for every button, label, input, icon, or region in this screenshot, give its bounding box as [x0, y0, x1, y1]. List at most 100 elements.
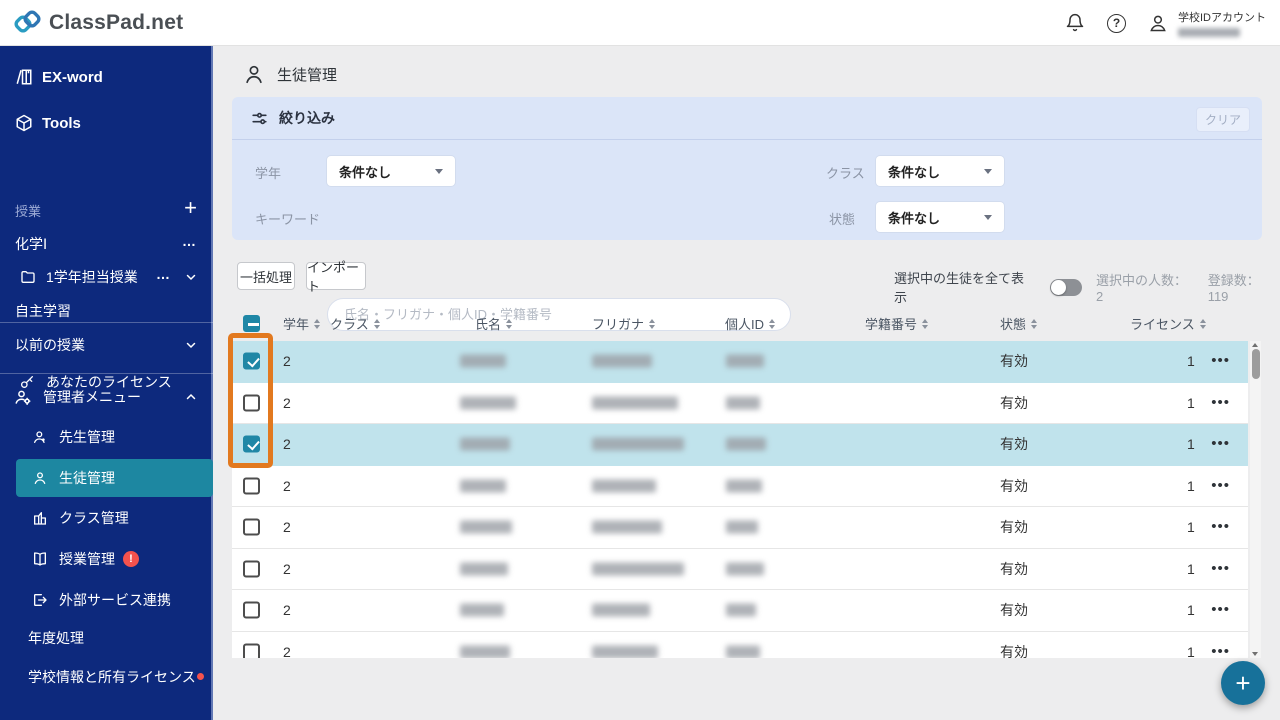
sidebar-item-course-mgmt[interactable]: 授業管理 ! [0, 542, 213, 576]
sidebar-label: 1学年担当授業 [46, 269, 138, 285]
license-cell: 1 [1187, 643, 1195, 658]
notification-bell-icon[interactable] [1065, 13, 1085, 33]
chevron-down-icon[interactable] [185, 271, 197, 283]
more-menu-icon[interactable]: … [156, 266, 171, 282]
row-menu-button[interactable]: ••• [1211, 436, 1230, 451]
status-cell: 有効 [1000, 353, 1028, 370]
more-menu-icon[interactable]: … [182, 233, 197, 249]
redacted-id [726, 437, 766, 451]
scrollbar-thumb[interactable] [1251, 349, 1260, 379]
sidebar-label: 年度処理 [28, 630, 84, 646]
status-filter-dropdown[interactable]: 条件なし [876, 202, 1004, 232]
class-filter-value: 条件なし [888, 164, 941, 180]
sort-icon [769, 318, 776, 329]
row-checkbox[interactable] [243, 435, 260, 453]
sidebar-item-grade1-classes[interactable]: 1学年担当授業 … [0, 260, 213, 294]
scroll-down-arrow[interactable] [1252, 652, 1259, 656]
folder-icon [21, 271, 35, 283]
row-menu-button[interactable]: ••• [1211, 395, 1230, 410]
row-menu-button[interactable]: ••• [1211, 478, 1230, 493]
table-row[interactable]: 2 有効 1 ••• [232, 631, 1248, 658]
sidebar-label: 授業管理 [59, 551, 115, 567]
column-header-kana[interactable]: フリガナ [592, 314, 656, 333]
row-menu-button[interactable]: ••• [1211, 561, 1230, 576]
grade-cell: 2 [283, 394, 291, 411]
add-class-button[interactable]: + [184, 195, 197, 221]
row-checkbox[interactable] [243, 643, 260, 658]
row-checkbox[interactable] [243, 352, 260, 370]
column-header-status[interactable]: 状態 [1000, 314, 1038, 333]
row-menu-button[interactable]: ••• [1211, 519, 1230, 534]
column-header-personal-id[interactable]: 個人ID [725, 314, 776, 333]
sidebar-item-year-processing[interactable]: 年度処理 [0, 621, 213, 655]
brand[interactable]: ClassPad.net [14, 9, 183, 36]
add-student-fab[interactable]: + [1221, 661, 1265, 705]
sidebar-item-previous-classes[interactable]: 以前の授業 [0, 328, 213, 362]
scroll-up-arrow[interactable] [1252, 343, 1259, 347]
sidebar-label: 先生管理 [59, 429, 115, 445]
filter-header: 絞り込み クリア [232, 97, 1262, 140]
column-header-grade[interactable]: 学年 [283, 314, 321, 333]
status-cell: 有効 [1000, 602, 1028, 619]
row-menu-button[interactable]: ••• [1211, 353, 1230, 368]
grade-filter-dropdown[interactable]: 条件なし [327, 156, 455, 186]
row-menu-button[interactable]: ••• [1211, 644, 1230, 658]
page-title: 生徒管理 [243, 63, 337, 85]
help-icon[interactable]: ? [1107, 13, 1126, 33]
batch-process-button[interactable]: 一括処理 [237, 262, 295, 290]
sidebar-item-student-mgmt[interactable]: 生徒管理 [16, 459, 213, 497]
table-row[interactable]: 2 有効 1 ••• [232, 382, 1248, 424]
sidebar-item-exword[interactable]: EX-word [0, 60, 213, 94]
select-all-checkbox[interactable] [243, 315, 260, 332]
show-selected-toggle[interactable] [1050, 278, 1083, 296]
top-header: ClassPad.net ? 学校IDアカウント [0, 0, 1280, 46]
row-checkbox[interactable] [243, 560, 260, 578]
table-row[interactable]: 2 有効 1 ••• [232, 507, 1248, 549]
sort-icon [1031, 318, 1038, 329]
dictionary-icon [16, 69, 32, 85]
import-button[interactable]: インポート [306, 260, 366, 294]
row-checkbox[interactable] [243, 394, 260, 412]
row-checkbox[interactable] [243, 518, 260, 536]
license-cell: 1 [1187, 353, 1195, 370]
row-menu-button[interactable]: ••• [1211, 602, 1230, 617]
redacted-kana [592, 603, 650, 617]
sidebar-section-class: 授業 + [0, 193, 213, 227]
table-row[interactable]: 2 有効 1 ••• [232, 590, 1248, 632]
account-info[interactable]: 学校IDアカウント [1178, 9, 1266, 37]
column-header-class[interactable]: クラス [330, 314, 380, 333]
sidebar-label: 学校情報と所有ライセンス [28, 669, 196, 685]
filter-title: 絞り込み [279, 110, 335, 126]
redacted-name [460, 645, 510, 658]
sidebar-item-school-info[interactable]: 学校情報と所有ライセンス [0, 660, 213, 694]
account-label: 学校IDアカウント [1178, 12, 1266, 24]
license-cell: 1 [1187, 519, 1195, 536]
class-filter-dropdown[interactable]: 条件なし [876, 156, 1004, 186]
sidebar-item-teacher-mgmt[interactable]: 先生管理 [0, 420, 213, 454]
book-icon [34, 552, 46, 566]
sidebar-item-external-services[interactable]: 外部サービス連携 [0, 583, 213, 617]
row-checkbox[interactable] [243, 477, 260, 495]
user-icon[interactable] [1148, 13, 1168, 33]
status-cell: 有効 [1000, 477, 1028, 494]
table-scrollbar[interactable] [1250, 341, 1261, 658]
redacted-name [460, 603, 504, 617]
caret-down-icon [984, 214, 992, 220]
classpad-logo-icon [14, 10, 41, 33]
row-checkbox[interactable] [243, 601, 260, 619]
column-header-license[interactable]: ライセンス [1130, 314, 1206, 333]
table-row[interactable]: 2 有効 1 ••• [232, 548, 1248, 590]
clear-filter-button[interactable]: クリア [1196, 107, 1250, 132]
table-row[interactable]: 2 有効 1 ••• [232, 465, 1248, 507]
sidebar-item-chemistry[interactable]: 化学Ⅰ … [0, 227, 213, 261]
redacted-name [460, 354, 506, 368]
divider [0, 322, 213, 323]
column-header-student-no[interactable]: 学籍番号 [865, 314, 929, 333]
table-row[interactable]: 2 有効 1 ••• [232, 341, 1248, 383]
column-header-name[interactable]: 氏名 [475, 314, 513, 333]
sidebar-item-admin-menu[interactable]: 管理者メニュー [0, 380, 213, 414]
sidebar-item-class-mgmt[interactable]: クラス管理 [0, 501, 213, 535]
sidebar-label: EX-word [42, 68, 103, 86]
table-row[interactable]: 2 有効 1 ••• [232, 424, 1248, 466]
sidebar-item-tools[interactable]: Tools [0, 106, 213, 140]
